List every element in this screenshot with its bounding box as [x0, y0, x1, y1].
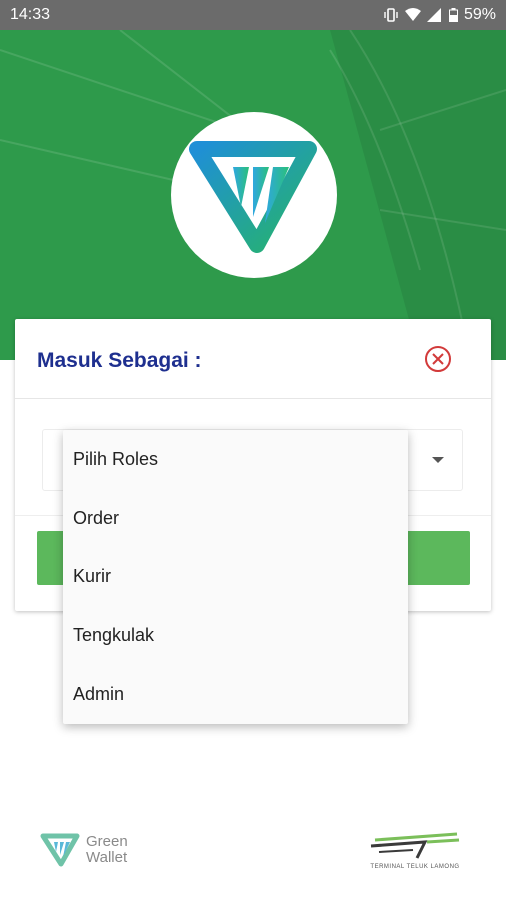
dropdown-item-admin[interactable]: Admin: [63, 665, 408, 724]
green-wallet-text: Green Wallet: [86, 834, 128, 866]
wifi-icon: [404, 8, 421, 22]
dropdown-item-pilih-roles[interactable]: Pilih Roles: [63, 430, 408, 489]
vibrate-icon: [383, 8, 399, 22]
dropdown-item-label: Pilih Roles: [73, 448, 159, 469]
role-dropdown-menu: Pilih Roles Order Kurir Tengkulak Admin: [63, 430, 408, 724]
status-time: 14:33: [10, 6, 51, 23]
close-icon[interactable]: [425, 346, 451, 372]
teluk-lamong-logo: TERMINAL TELUK LAMONG: [365, 828, 465, 872]
dropdown-item-label: Kurir: [73, 566, 112, 587]
dialog-divider: [15, 398, 491, 399]
green-wallet-line2: Wallet: [86, 849, 128, 866]
hero-banner: [0, 30, 506, 360]
dropdown-item-order[interactable]: Order: [63, 489, 408, 548]
dropdown-item-label: Order: [73, 507, 120, 528]
battery-percent: 59%: [463, 6, 496, 23]
teluk-lamong-text: TERMINAL TELUK LAMONG: [370, 864, 460, 870]
teluk-lamong-icon: [370, 832, 460, 859]
dropdown-arrow-icon[interactable]: [432, 457, 444, 463]
status-icons: 59%: [383, 6, 496, 24]
dropdown-item-label: Admin: [73, 684, 125, 705]
signal-icon: [426, 8, 443, 22]
app-logo: [171, 112, 337, 278]
dropdown-item-tengkulak[interactable]: Tengkulak: [63, 606, 408, 665]
dialog-title: Masuk Sebagai :: [37, 349, 202, 372]
green-wallet-icon: [40, 833, 80, 867]
dropdown-item-kurir[interactable]: Kurir: [63, 548, 408, 607]
dropdown-item-label: Tengkulak: [73, 625, 155, 646]
battery-icon: [448, 8, 458, 23]
status-bar: 14:33 59%: [0, 0, 506, 30]
green-wallet-logo: Green Wallet: [40, 832, 128, 868]
green-wallet-line1: Green: [86, 833, 128, 850]
